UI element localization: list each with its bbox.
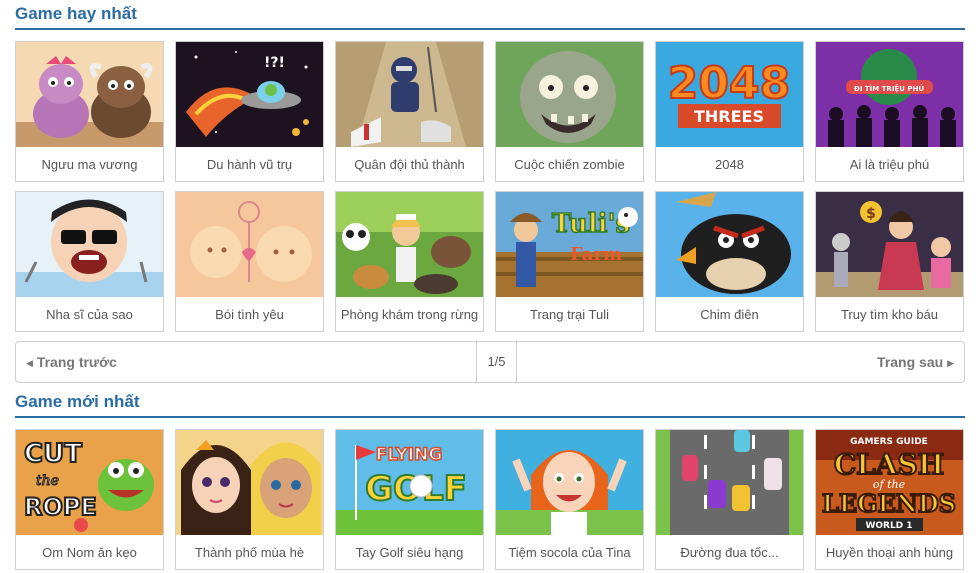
thumb-text: ĐI TÌM TRIỆU PHÚ: [854, 84, 924, 93]
game-card-nguu-ma-vuong[interactable]: Ngưu ma vương: [15, 41, 164, 182]
game-title[interactable]: 2048: [656, 148, 803, 182]
game-thumbnail[interactable]: Tuli's Farm: [496, 192, 643, 297]
prev-page-label: Trang trước: [36, 354, 117, 370]
game-card-boi-tinh-yeu[interactable]: Bói tình yêu: [175, 191, 324, 332]
game-title[interactable]: Truy tìm kho báu: [816, 298, 963, 332]
thumb-text: !?!: [264, 55, 285, 71]
game-title[interactable]: Om Nom ăn kẹo: [16, 536, 163, 570]
thumb-text: Farm: [570, 244, 622, 265]
next-page-button[interactable]: Trang sau ▶: [517, 342, 964, 382]
game-card-2048[interactable]: 2048 THREES 2048: [655, 41, 804, 182]
thumb-text: LEGENDS: [822, 489, 956, 518]
game-title[interactable]: Du hành vũ trụ: [176, 148, 323, 182]
game-thumbnail[interactable]: CUT the ROPE: [16, 430, 163, 535]
game-title[interactable]: Ngưu ma vương: [16, 148, 163, 182]
game-thumbnail[interactable]: FLYING GOLF: [336, 430, 483, 535]
game-card-duong-dua-toc[interactable]: Đường đua tốc...: [655, 429, 804, 570]
game-card-du-hanh-vu-tru[interactable]: !?! Du hành vũ trụ: [175, 41, 324, 182]
game-thumbnail[interactable]: [176, 430, 323, 535]
game-title[interactable]: Bói tình yêu: [176, 298, 323, 332]
game-thumbnail[interactable]: [16, 192, 163, 297]
section-title-new-games: Game mới nhất: [15, 392, 140, 411]
game-card-huyen-thoai-anh-hung[interactable]: GAMERS GUIDE CLASH of the LEGENDS WORLD …: [815, 429, 964, 570]
game-thumbnail[interactable]: ĐI TÌM TRIỆU PHÚ: [816, 42, 963, 147]
thumb-text: 2048: [668, 58, 790, 109]
game-card-phong-kham-trong-rung[interactable]: Phòng khám trong rừng: [335, 191, 484, 332]
game-card-truy-tim-kho-bau[interactable]: $ Truy tìm kho báu: [815, 191, 964, 332]
section-divider: [15, 416, 965, 418]
page-indicator: 1/5: [476, 342, 517, 382]
game-card-cuoc-chien-zombie[interactable]: Cuộc chiến zombie: [495, 41, 644, 182]
game-thumbnail[interactable]: 2048 THREES: [656, 42, 803, 147]
game-card-om-nom-an-keo[interactable]: CUT the ROPE Om Nom ăn kẹo: [15, 429, 164, 570]
game-thumbnail[interactable]: $: [816, 192, 963, 297]
game-thumbnail[interactable]: [16, 42, 163, 147]
game-thumbnail[interactable]: [656, 192, 803, 297]
game-thumbnail[interactable]: [656, 430, 803, 535]
game-title[interactable]: Huyền thoại anh hùng: [816, 536, 963, 570]
game-title[interactable]: Nha sĩ của sao: [16, 298, 163, 332]
game-thumbnail[interactable]: GAMERS GUIDE CLASH of the LEGENDS WORLD …: [816, 430, 963, 535]
game-card-tiem-socola-cua-tina[interactable]: Tiệm socola của Tina: [495, 429, 644, 570]
game-title[interactable]: Quân đội thủ thành: [336, 148, 483, 182]
game-thumbnail[interactable]: [496, 430, 643, 535]
thumb-text: Tuli's: [552, 209, 630, 239]
game-thumbnail[interactable]: [336, 192, 483, 297]
game-title[interactable]: Tay Golf siêu hạng: [336, 536, 483, 570]
section-title-top-games: Game hay nhất: [15, 4, 137, 23]
caret-left-icon: ◀: [26, 358, 33, 368]
thumb-text: FLYING: [376, 445, 443, 465]
thumb-text: THREES: [694, 107, 764, 126]
thumb-text: CLASH: [834, 448, 944, 481]
game-card-thanh-pho-mua-he[interactable]: Thành phố mùa hè: [175, 429, 324, 570]
game-title[interactable]: Cuộc chiến zombie: [496, 148, 643, 182]
game-title[interactable]: Phòng khám trong rừng: [336, 298, 483, 332]
game-title[interactable]: Trang trại Tuli: [496, 298, 643, 332]
game-title[interactable]: Thành phố mùa hè: [176, 536, 323, 570]
thumb-text: ROPE: [24, 493, 97, 521]
caret-right-icon: ▶: [947, 358, 954, 368]
thumb-text: the: [36, 473, 59, 489]
game-card-quan-doi-thu-thanh[interactable]: Quân đội thủ thành: [335, 41, 484, 182]
prev-page-button[interactable]: ◀ Trang trước: [16, 342, 476, 382]
game-card-ai-la-trieu-phu[interactable]: ĐI TÌM TRIỆU PHÚ Ai là triệu phú: [815, 41, 964, 182]
next-page-label: Trang sau: [877, 354, 944, 370]
game-title[interactable]: Chim điên: [656, 298, 803, 332]
thumb-text: CUT: [24, 439, 82, 469]
game-thumbnail[interactable]: !?!: [176, 42, 323, 147]
pagination: ◀ Trang trước 1/5 Trang sau ▶: [15, 341, 965, 383]
game-card-chim-dien[interactable]: Chim điên: [655, 191, 804, 332]
game-card-nha-si-cua-sao[interactable]: Nha sĩ của sao: [15, 191, 164, 332]
game-title[interactable]: Đường đua tốc...: [656, 536, 803, 570]
game-title[interactable]: Ai là triệu phú: [816, 148, 963, 182]
section-divider: [15, 28, 965, 30]
svg-text:$: $: [866, 206, 876, 222]
game-thumbnail[interactable]: [496, 42, 643, 147]
game-thumbnail[interactable]: [176, 192, 323, 297]
game-card-trang-trai-tuli[interactable]: Tuli's Farm Trang trại Tuli: [495, 191, 644, 332]
game-title[interactable]: Tiệm socola của Tina: [496, 536, 643, 570]
thumb-text: GAMERS GUIDE: [850, 437, 928, 447]
game-card-tay-golf-sieu-hang[interactable]: FLYING GOLF Tay Golf siêu hạng: [335, 429, 484, 570]
game-thumbnail[interactable]: [336, 42, 483, 147]
thumb-text: WORLD 1: [865, 521, 912, 531]
